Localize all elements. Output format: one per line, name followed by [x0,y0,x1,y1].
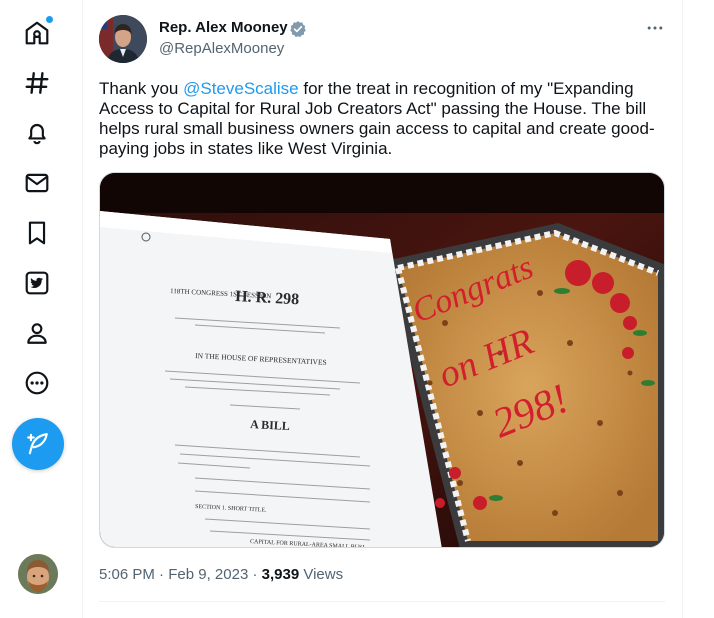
notification-dot [46,16,53,23]
verified-badge-icon [290,21,306,38]
twitter-blue-icon [25,271,49,295]
nav-home[interactable] [14,10,60,56]
more-dots-icon [647,26,663,30]
tweet-more-button[interactable] [640,16,670,40]
bookmarks-icon [28,221,46,245]
notifications-bell-icon [28,123,46,145]
account-avatar-image [18,554,58,594]
tweet-text: Thank you @SteveScalise for the treat in… [99,79,671,159]
sidebar-nav [0,0,82,618]
tweet-photo[interactable]: Congrats on HR 298! 118TH CONGRESS 1ST S… [99,172,665,548]
author-handle[interactable]: @RepAlexMooney [159,40,284,57]
nav-twitter-blue[interactable] [14,260,60,306]
tweet-time[interactable]: 5:06 PM [99,566,155,583]
explore-hashtag-icon [25,72,49,94]
nav-messages[interactable] [14,160,60,206]
nav-notifications[interactable] [14,110,60,156]
column-divider-left [82,0,83,618]
nav-profile[interactable] [14,310,60,356]
author-avatar[interactable] [99,15,147,63]
compose-tweet-button[interactable] [12,418,64,470]
tweet-meta: 5:06 PM · Feb 9, 2023 · 3,939 Views [99,566,344,583]
views-label: Views [303,566,344,583]
mention-link[interactable]: @SteveScalise [183,79,299,98]
tweet-text-intro: Thank you [99,79,184,98]
nav-more[interactable] [14,360,60,406]
tweet-date[interactable]: Feb 9, 2023 [168,566,248,583]
profile-icon [27,323,47,344]
meta-divider [99,601,665,602]
photo-bill-and-cookie-cake: Congrats on HR 298! 118TH CONGRESS 1ST S… [100,173,664,547]
nav-bookmarks[interactable] [14,210,60,256]
column-divider-right [682,0,683,618]
author-name[interactable]: Rep. Alex Mooney [159,19,288,36]
more-circle-icon [25,371,49,395]
author-avatar-image [99,15,147,63]
account-avatar[interactable] [18,554,58,594]
compose-feather-icon [27,433,48,455]
views-count: 3,939 [261,566,300,583]
nav-explore[interactable] [14,60,60,106]
doc-bill: A BILL [250,417,290,433]
home-icon [25,21,49,45]
messages-mail-icon [25,173,49,193]
doc-number: H. R. 298 [235,288,300,308]
